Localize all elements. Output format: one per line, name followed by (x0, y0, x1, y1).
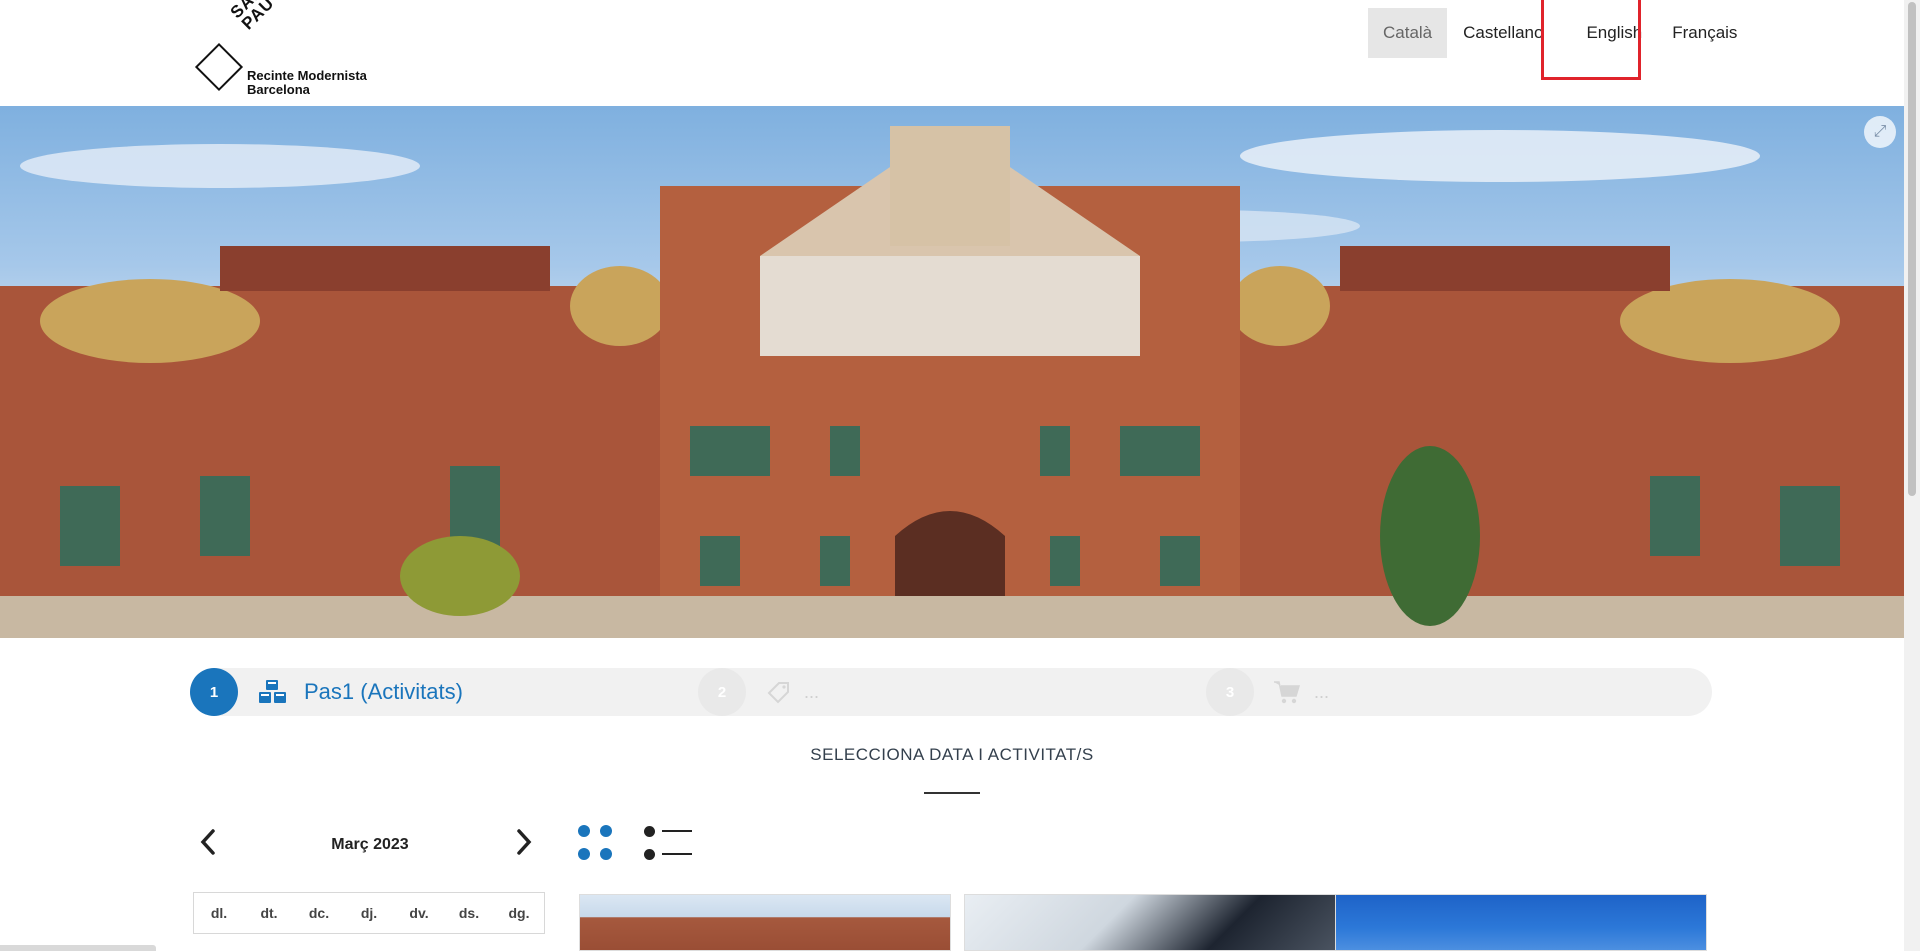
cubes-icon (258, 677, 288, 707)
step-2-label: ... (804, 681, 820, 702)
scrollbar-thumb[interactable] (1908, 2, 1916, 496)
section-underline (924, 792, 980, 794)
cart-icon (1272, 677, 1302, 707)
hero-illustration (0, 126, 1904, 638)
list-view-icon[interactable] (642, 822, 694, 864)
calendar-month: Març 2023 (331, 836, 409, 853)
checkout-steps: 1 Pas1 (Activitats) 2 ... 3 ... (190, 668, 1712, 716)
page-scrollbar[interactable] (1904, 0, 1920, 951)
logo-diamond-icon (194, 42, 244, 92)
lang-catala[interactable]: Català (1368, 8, 1448, 58)
weekday-tue: dt. (260, 905, 278, 921)
lang-castellano[interactable]: Castellano (1447, 8, 1558, 58)
calendar-prev-icon[interactable] (196, 826, 220, 858)
step-2-number: 2 (698, 668, 746, 716)
lang-francais[interactable]: Français (1662, 8, 1752, 58)
weekday-fri: dv. (409, 905, 429, 921)
weekday-thu: dj. (360, 905, 378, 921)
logo-sant-pau-text: SANTPAU (227, 0, 278, 34)
weekday-mon: dl. (210, 905, 228, 921)
zoom-icon[interactable]: ⤢ (1864, 116, 1896, 148)
lang-english[interactable]: English (1558, 8, 1662, 58)
weekday-sat: ds. (458, 905, 480, 921)
language-nav: Català Castellano English Français (1368, 8, 1904, 58)
step-1[interactable]: 1 Pas1 (Activitats) (190, 668, 463, 716)
calendar-next-icon[interactable] (512, 826, 536, 858)
hero-image: ⤢ (0, 106, 1904, 638)
step-1-number: 1 (190, 668, 238, 716)
logo-line1: Recinte Modernista (247, 68, 367, 83)
weekday-wed: dc. (308, 905, 330, 921)
weekday-sun: dg. (508, 905, 530, 921)
step-3[interactable]: 3 ... (1206, 668, 1329, 716)
site-header: SANTPAU Recinte Modernista Barcelona Cat… (0, 0, 1904, 106)
section-title: SELECCIONA DATA I ACTIVITAT/S (810, 745, 1094, 764)
activity-card-3[interactable] (1335, 894, 1707, 951)
bottom-tab[interactable] (0, 945, 156, 951)
step-3-number: 3 (1206, 668, 1254, 716)
logo-line2: Barcelona (247, 82, 310, 97)
activity-card-1[interactable] (579, 894, 951, 951)
calendar-weekday-header: dl. dt. dc. dj. dv. ds. dg. (193, 892, 545, 934)
step-1-label: Pas1 (Activitats) (304, 679, 463, 704)
sant-pau-logo[interactable]: SANTPAU Recinte Modernista Barcelona (190, 0, 390, 98)
activity-card-2[interactable] (964, 894, 1336, 951)
step-2[interactable]: 2 ... (698, 668, 819, 716)
grid-view-icon[interactable] (576, 822, 618, 864)
step-3-label: ... (1314, 681, 1330, 702)
ticket-icon (764, 677, 794, 707)
